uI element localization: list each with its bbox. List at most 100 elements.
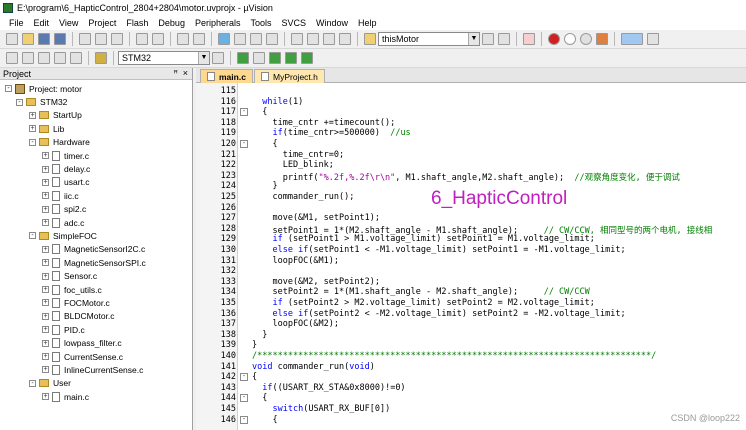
expand-icon[interactable]: + <box>42 312 49 320</box>
fold-toggle-icon[interactable]: - <box>240 394 248 403</box>
collapse-icon[interactable]: - <box>29 379 36 387</box>
tree-group-lib[interactable]: + Lib <box>0 122 192 135</box>
code-line[interactable]: { <box>252 139 277 149</box>
nav-back-icon[interactable] <box>177 33 189 45</box>
comment-icon[interactable] <box>323 33 335 45</box>
tree-group-hardware[interactable]: - Hardware <box>0 136 192 149</box>
chevron-down-icon[interactable]: ▼ <box>468 33 479 45</box>
collapse-icon[interactable]: - <box>5 85 12 93</box>
menu-edit[interactable]: Edit <box>29 18 55 28</box>
expand-icon[interactable]: + <box>42 219 49 227</box>
tree-file[interactable]: + BLDCMotor.c <box>0 310 192 323</box>
tree-file[interactable]: + iic.c <box>0 189 192 202</box>
breakpoint-kill-icon[interactable] <box>596 33 608 45</box>
collapse-icon[interactable]: - <box>29 138 36 146</box>
redo-icon[interactable] <box>152 33 164 45</box>
tree-file[interactable]: + timer.c <box>0 149 192 162</box>
fold-toggle-icon[interactable]: - <box>240 140 248 148</box>
breakpoint-clear-icon[interactable] <box>580 33 592 45</box>
expand-icon[interactable]: + <box>42 205 49 213</box>
code-line[interactable]: else if(setPoint2 < -M2.voltage_limit) s… <box>252 309 625 319</box>
menu-help[interactable]: Help <box>353 18 382 28</box>
batch-build-icon[interactable] <box>54 52 66 64</box>
code-line[interactable]: /***************************************… <box>252 351 656 361</box>
copy-icon[interactable] <box>95 33 107 45</box>
tree-file[interactable]: + foc_utils.c <box>0 283 192 296</box>
save-all-icon[interactable] <box>54 33 66 45</box>
tree-file[interactable]: + main.c <box>0 390 192 403</box>
bookmark-next-icon[interactable] <box>250 33 262 45</box>
tree-file[interactable]: + MagneticSensorI2C.c <box>0 243 192 256</box>
code-line[interactable]: loopFOC(&M1); <box>252 256 339 266</box>
unindent-icon[interactable] <box>307 33 319 45</box>
pin-icon[interactable]: ꟸ <box>173 69 178 78</box>
find-combo[interactable]: thisMotor ▼ <box>378 32 480 46</box>
tree-file[interactable]: + spi2.c <box>0 203 192 216</box>
menu-svcs[interactable]: SVCS <box>277 18 312 28</box>
find-icon[interactable] <box>482 33 494 45</box>
fold-toggle-icon[interactable]: - <box>240 108 248 117</box>
breakpoint-icon[interactable] <box>548 33 560 45</box>
code-line[interactable]: time_cntr +=timecount(); <box>252 118 395 128</box>
manage-project-icon[interactable] <box>253 52 265 64</box>
code-line[interactable]: if((USART_RX_STA&0x8000)!=0) <box>252 383 405 393</box>
new-file-icon[interactable] <box>6 33 18 45</box>
code-line[interactable]: else if(setPoint1 < -M1.voltage_limit) s… <box>252 245 625 255</box>
expand-icon[interactable]: + <box>42 299 49 307</box>
breakpoint-disable-icon[interactable] <box>564 33 576 45</box>
tab-main-c[interactable]: main.c <box>200 69 253 83</box>
menu-peripherals[interactable]: Peripherals <box>190 18 246 28</box>
tree-group-simplefoc[interactable]: - SimpleFOC <box>0 229 192 242</box>
paste-icon[interactable] <box>111 33 123 45</box>
code-line[interactable]: switch(USART_RX_BUF[0]) <box>252 404 390 414</box>
open-file-icon[interactable] <box>22 33 34 45</box>
window-layout-icon[interactable] <box>621 33 643 45</box>
cut-icon[interactable] <box>79 33 91 45</box>
incremental-find-icon[interactable] <box>498 33 510 45</box>
expand-icon[interactable]: + <box>42 272 49 280</box>
fold-toggle-icon[interactable]: - <box>240 415 248 424</box>
code-editor[interactable]: 115 116 while(1) 117- {118 time_cntr +=tim… <box>196 83 746 430</box>
menu-file[interactable]: File <box>4 18 29 28</box>
configure-icon[interactable] <box>647 33 659 45</box>
code-line[interactable]: if (setPoint1 > M1.voltage_limit) setPoi… <box>252 234 594 244</box>
code-line[interactable]: while(1) <box>252 97 303 107</box>
code-line[interactable]: if(time_cntr>=500000) //us <box>252 128 410 138</box>
expand-icon[interactable]: + <box>42 366 49 374</box>
undo-icon[interactable] <box>136 33 148 45</box>
tree-file[interactable]: + Sensor.c <box>0 269 192 282</box>
code-line[interactable]: if (setPoint2 > M2.voltage_limit) setPoi… <box>252 298 594 308</box>
tree-file[interactable]: + FOCMotor.c <box>0 296 192 309</box>
close-icon[interactable]: × <box>183 68 188 78</box>
tree-file[interactable]: + CurrentSense.c <box>0 350 192 363</box>
code-line[interactable]: setPoint2 = 1*(M1.shaft_angle - M2.shaft… <box>252 287 589 297</box>
expand-icon[interactable]: + <box>42 353 49 360</box>
find-in-files-icon[interactable] <box>364 33 376 45</box>
tree-file[interactable]: + adc.c <box>0 216 192 229</box>
tree-file[interactable]: + lowpass_filter.c <box>0 336 192 349</box>
code-line[interactable]: { <box>252 107 267 117</box>
menu-flash[interactable]: Flash <box>121 18 153 28</box>
code-line[interactable]: move(&M1, setPoint1); <box>252 213 379 223</box>
code-line[interactable]: { <box>252 372 257 382</box>
expand-icon[interactable]: + <box>42 178 49 186</box>
rebuild-icon[interactable] <box>38 52 50 64</box>
indent-icon[interactable] <box>291 33 303 45</box>
chevron-down-icon[interactable]: ▼ <box>198 52 209 64</box>
tree-file[interactable]: + usart.c <box>0 176 192 189</box>
menu-view[interactable]: View <box>54 18 83 28</box>
select-pack-icon[interactable] <box>269 52 281 64</box>
tab-myproject-h[interactable]: MyProject.h <box>254 69 325 83</box>
expand-icon[interactable]: + <box>42 339 49 347</box>
code-line[interactable]: { <box>252 393 267 403</box>
menu-window[interactable]: Window <box>311 18 353 28</box>
expand-icon[interactable]: + <box>42 286 49 294</box>
code-line[interactable]: } <box>252 340 257 350</box>
code-line[interactable]: commander_run(); <box>252 192 354 202</box>
stop-build-icon[interactable] <box>70 52 82 64</box>
tree-file[interactable]: + PID.c <box>0 323 192 336</box>
debug-start-icon[interactable] <box>523 33 535 45</box>
menu-debug[interactable]: Debug <box>153 18 190 28</box>
menu-project[interactable]: Project <box>83 18 121 28</box>
code-line[interactable]: move(&M2, setPoint2); <box>252 277 379 287</box>
